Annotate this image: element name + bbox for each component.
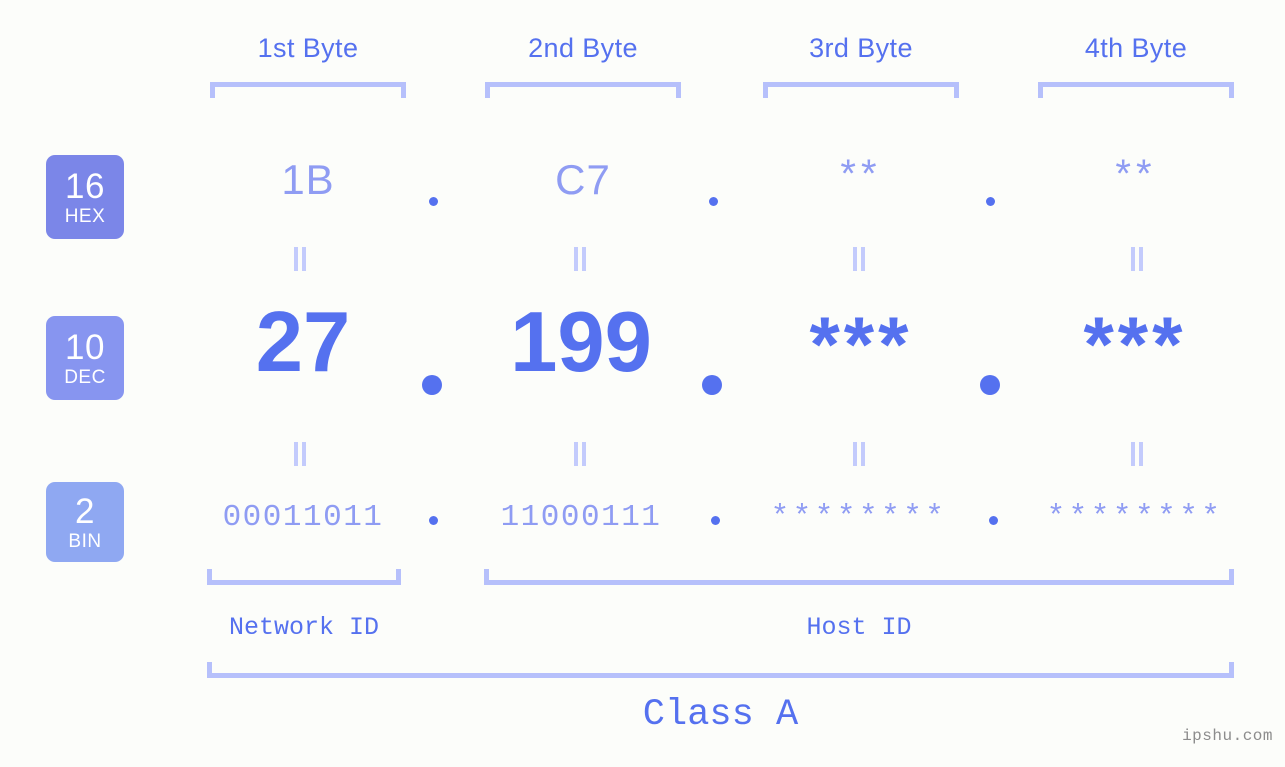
equals-connector-4-hex-dec [1130, 247, 1144, 271]
hex-byte-4: ** [1115, 152, 1157, 196]
hex-separator-2 [709, 197, 718, 206]
byte-bracket-1 [210, 82, 406, 98]
byte-bracket-2 [485, 82, 681, 98]
bin-byte-3: ******** [770, 500, 948, 535]
base-badge-bin: 2 BIN [46, 482, 124, 562]
host-id-bracket [484, 569, 1234, 585]
equals-connector-1-hex-dec [293, 247, 307, 271]
ip-class-label: Class A [642, 694, 799, 736]
base-badge-hex: 16 HEX [46, 155, 124, 239]
ip-breakdown-diagram: 1st Byte 2nd Byte 3rd Byte 4th Byte 16 H… [0, 0, 1285, 767]
equals-connector-2-dec-bin [573, 442, 587, 466]
bin-byte-2: 11000111 [500, 500, 662, 535]
dec-separator-1 [422, 375, 442, 395]
byte-bracket-4 [1038, 82, 1234, 98]
hex-separator-3 [986, 197, 995, 206]
network-id-bracket [207, 569, 401, 585]
dec-separator-3 [980, 375, 1000, 395]
dec-byte-4: *** [1083, 300, 1187, 388]
base-badge-bin-name: BIN [68, 530, 102, 552]
base-badge-hex-number: 16 [65, 166, 105, 206]
dec-separator-2 [702, 375, 722, 395]
equals-connector-1-dec-bin [293, 442, 307, 466]
equals-connector-2-hex-dec [573, 247, 587, 271]
bin-byte-1: 00011011 [222, 500, 384, 535]
bin-separator-3 [989, 516, 998, 525]
base-badge-dec: 10 DEC [46, 316, 124, 400]
dec-byte-1: 27 [255, 295, 351, 390]
hex-separator-1 [429, 197, 438, 206]
hex-byte-3: ** [840, 152, 882, 196]
byte-header-2: 2nd Byte [528, 33, 638, 63]
site-watermark: ipshu.com [1182, 727, 1273, 745]
byte-header-3: 3rd Byte [809, 33, 913, 63]
byte-header-4: 4th Byte [1084, 33, 1188, 63]
bin-separator-1 [429, 516, 438, 525]
bin-separator-2 [711, 516, 720, 525]
base-badge-hex-name: HEX [64, 205, 106, 227]
dec-byte-3: *** [809, 300, 913, 388]
base-badge-dec-name: DEC [64, 366, 106, 388]
equals-connector-4-dec-bin [1130, 442, 1144, 466]
hex-byte-1: 1B [281, 156, 335, 203]
network-id-label: Network ID [228, 613, 380, 642]
hex-byte-2: C7 [555, 156, 611, 203]
equals-connector-3-hex-dec [852, 247, 866, 271]
bin-byte-4: ******** [1046, 500, 1224, 535]
base-badge-dec-number: 10 [65, 327, 105, 367]
ip-class-bracket [207, 662, 1234, 678]
base-badge-bin-number: 2 [75, 491, 95, 531]
dec-byte-2: 199 [510, 295, 652, 390]
equals-connector-3-dec-bin [852, 442, 866, 466]
host-id-label: Host ID [806, 613, 912, 642]
byte-bracket-3 [763, 82, 959, 98]
byte-header-1: 1st Byte [257, 33, 359, 63]
